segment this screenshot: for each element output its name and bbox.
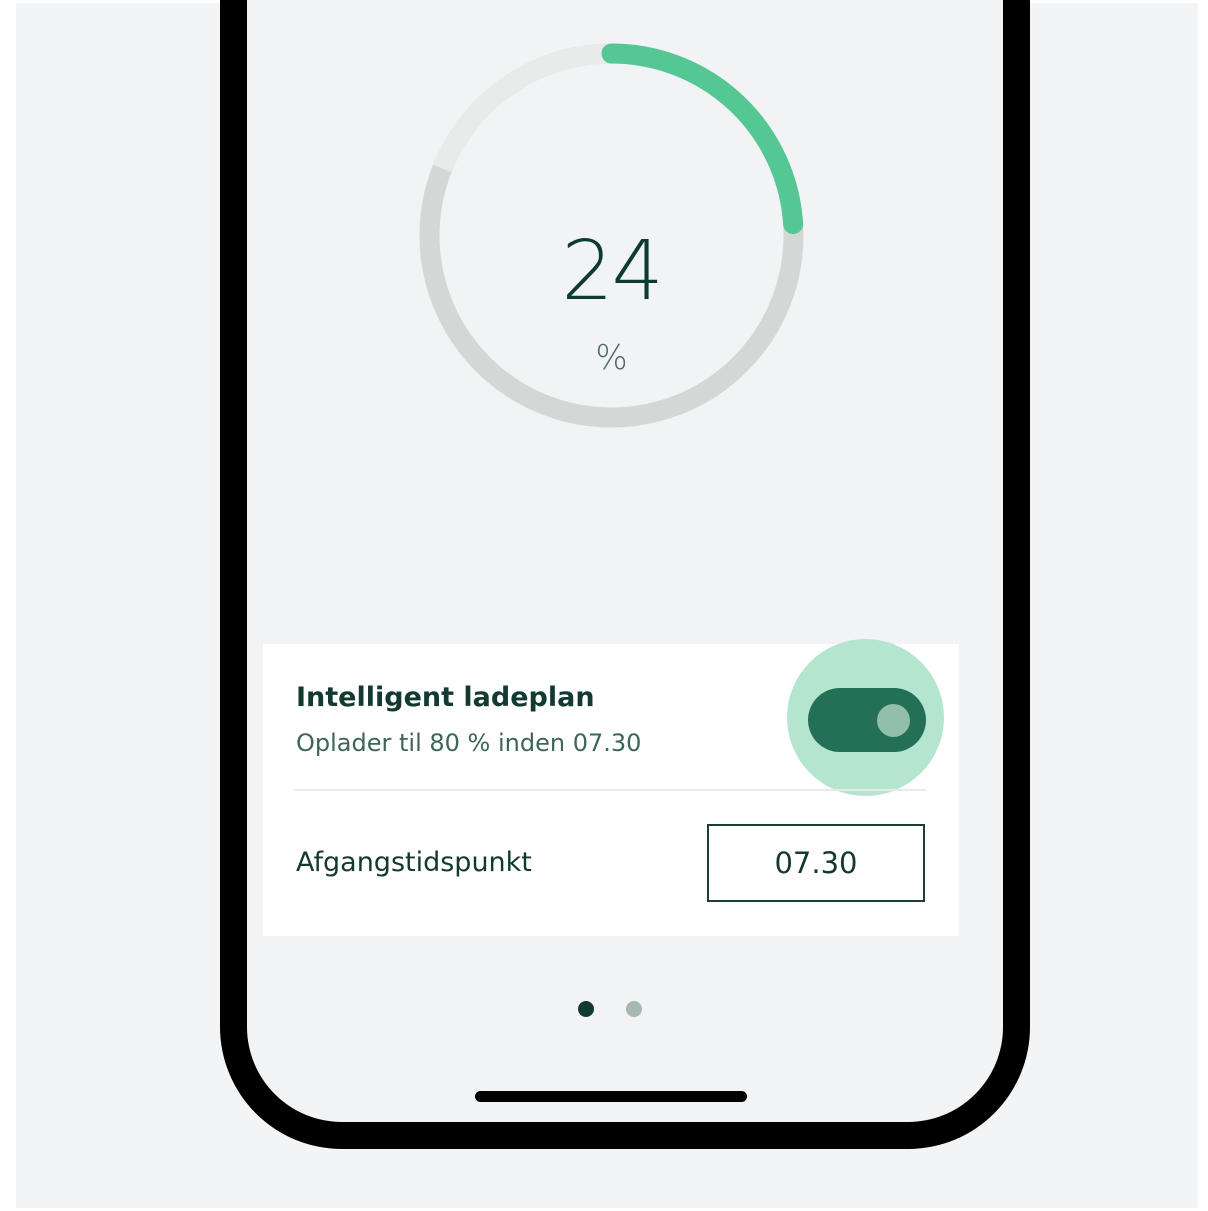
charge-plan-title: Intelligent ladeplan xyxy=(296,682,595,713)
screenshot-background: 24 % Intelligent ladeplan Oplader til 80… xyxy=(16,0,1198,1208)
gauge-track-highlight xyxy=(432,43,612,173)
battery-percent-value: 24 xyxy=(561,224,663,319)
home-indicator[interactable] xyxy=(475,1091,747,1102)
page-dot-active[interactable] xyxy=(578,1001,594,1017)
battery-percent-unit: % xyxy=(595,338,628,378)
charge-plan-card: Intelligent ladeplan Oplader til 80 % in… xyxy=(263,639,959,936)
departure-time-label: Afgangstidspunkt xyxy=(296,847,532,878)
toggle-knob xyxy=(877,704,910,737)
charge-plan-subtitle: Oplader til 80 % inden 07.30 xyxy=(296,729,642,757)
gauge-progress-arc xyxy=(601,43,804,235)
battery-gauge: 24 % xyxy=(419,43,804,428)
departure-time-field[interactable]: 07.30 xyxy=(707,824,925,902)
charge-plan-toggle[interactable] xyxy=(808,688,926,752)
page-indicator xyxy=(578,1001,658,1021)
page-dot-inactive[interactable] xyxy=(626,1001,642,1017)
card-divider xyxy=(294,789,926,791)
